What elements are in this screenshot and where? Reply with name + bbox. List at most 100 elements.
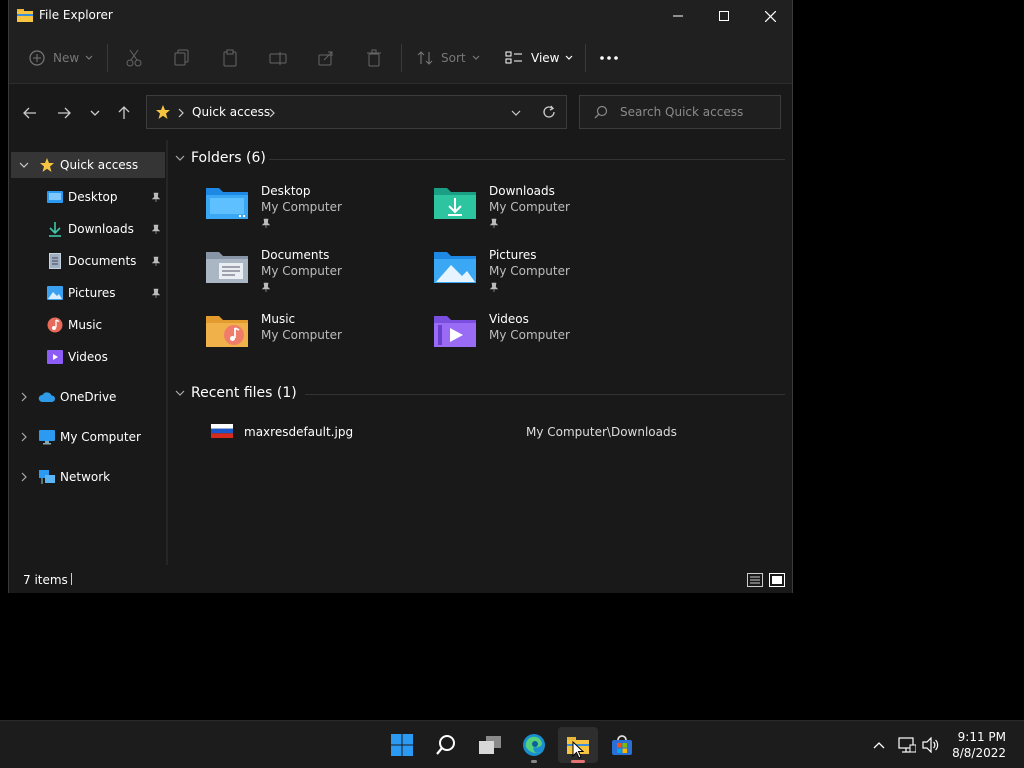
nav-videos[interactable]: Videos bbox=[11, 344, 165, 370]
pictures-folder-icon bbox=[434, 252, 476, 283]
recent-header-label: Recent files (1) bbox=[191, 385, 297, 401]
edge-taskbar-button[interactable] bbox=[514, 727, 554, 763]
file-explorer-taskbar-button[interactable] bbox=[558, 727, 598, 763]
address-bar[interactable]: Quick access bbox=[146, 95, 567, 129]
chevron-up-icon[interactable] bbox=[873, 741, 885, 749]
pin-icon[interactable] bbox=[151, 192, 161, 202]
item-count: 7 items bbox=[23, 573, 68, 587]
recent-files-group-header[interactable]: Recent files (1) bbox=[175, 385, 297, 401]
tiles-view-icon[interactable] bbox=[769, 573, 785, 587]
nav-desktop[interactable]: Desktop bbox=[11, 184, 165, 210]
chevron-right-icon[interactable] bbox=[269, 108, 275, 118]
nav-label: Music bbox=[68, 318, 103, 332]
folder-location: My Computer bbox=[489, 264, 570, 278]
recent-file-row[interactable]: maxresdefault.jpg My Computer\Downloads bbox=[199, 422, 789, 442]
folder-location: My Computer bbox=[261, 200, 342, 214]
back-button[interactable] bbox=[19, 102, 41, 124]
copy-button[interactable] bbox=[173, 46, 191, 70]
image-file-icon bbox=[211, 424, 233, 438]
nav-my-computer[interactable]: My Computer bbox=[11, 424, 165, 450]
nav-music[interactable]: Music bbox=[11, 312, 165, 338]
address-row: Quick access Search Quick access bbox=[9, 84, 792, 140]
chevron-right-icon[interactable] bbox=[21, 432, 27, 442]
sort-icon bbox=[417, 51, 433, 65]
cut-button[interactable] bbox=[125, 46, 143, 70]
nav-label: Pictures bbox=[68, 286, 116, 300]
pin-icon[interactable] bbox=[151, 224, 161, 234]
volume-icon[interactable] bbox=[922, 737, 940, 753]
chevron-down-icon bbox=[472, 55, 480, 60]
chevron-down-icon[interactable] bbox=[19, 162, 29, 168]
chevron-right-icon[interactable] bbox=[21, 392, 27, 402]
status-bar: 7 items bbox=[9, 565, 792, 593]
share-icon bbox=[318, 51, 333, 66]
chevron-right-icon bbox=[178, 108, 184, 118]
pin-icon[interactable] bbox=[151, 288, 161, 298]
chevron-right-icon[interactable] bbox=[21, 472, 27, 482]
folder-name: Music bbox=[261, 312, 296, 326]
folder-tile-documents[interactable]: Documents My Computer bbox=[205, 248, 425, 308]
navigation-pane: Quick access Desktop Downloads Documents… bbox=[9, 140, 167, 565]
folder-location: My Computer bbox=[261, 328, 342, 342]
nav-label: Quick access bbox=[60, 158, 139, 172]
folder-tile-music[interactable]: Music My Computer bbox=[205, 312, 425, 372]
nav-pictures[interactable]: Pictures bbox=[11, 280, 165, 306]
folder-tile-desktop[interactable]: Desktop My Computer bbox=[205, 184, 425, 244]
search-taskbar-button[interactable] bbox=[426, 727, 466, 763]
more-dots-icon bbox=[600, 56, 618, 60]
pin-icon[interactable] bbox=[151, 256, 161, 266]
view-label: View bbox=[531, 51, 560, 65]
refresh-icon[interactable] bbox=[542, 105, 556, 119]
nav-documents[interactable]: Documents bbox=[11, 248, 165, 274]
arrow-left-icon bbox=[23, 107, 36, 119]
share-button[interactable] bbox=[317, 46, 335, 70]
task-view-button[interactable] bbox=[470, 727, 510, 763]
pane-splitter[interactable] bbox=[166, 140, 168, 565]
download-arrow-icon bbox=[49, 222, 61, 237]
details-view-icon[interactable] bbox=[747, 573, 763, 587]
folder-tile-pictures[interactable]: Pictures My Computer bbox=[433, 248, 653, 308]
divider bbox=[71, 573, 72, 585]
delete-button[interactable] bbox=[365, 46, 383, 70]
recent-file-path: My Computer\Downloads bbox=[526, 425, 677, 439]
rename-button[interactable] bbox=[269, 46, 287, 70]
folder-tile-downloads[interactable]: Downloads My Computer bbox=[433, 184, 653, 244]
file-explorer-window: File Explorer New Sort View Quick access… bbox=[8, 0, 793, 593]
title-bar[interactable]: File Explorer bbox=[9, 0, 792, 32]
minimize-icon bbox=[673, 15, 683, 17]
nav-quick-access[interactable]: Quick access bbox=[11, 152, 165, 178]
arrow-up-icon bbox=[118, 106, 130, 119]
maximize-button[interactable] bbox=[701, 0, 747, 32]
documents-folder-icon bbox=[206, 252, 248, 283]
edge-browser-icon bbox=[523, 734, 545, 756]
sort-button[interactable]: Sort bbox=[417, 46, 480, 70]
close-button[interactable] bbox=[747, 0, 793, 32]
paste-button[interactable] bbox=[221, 46, 239, 70]
breadcrumb-quick-access[interactable]: Quick access bbox=[192, 105, 270, 119]
folders-group-header[interactable]: Folders (6) bbox=[175, 150, 266, 166]
recent-locations-button[interactable] bbox=[84, 102, 106, 124]
new-button[interactable]: New bbox=[29, 46, 93, 70]
chevron-down-icon bbox=[90, 110, 100, 116]
start-button[interactable] bbox=[382, 727, 422, 763]
star-icon bbox=[156, 105, 170, 119]
up-button[interactable] bbox=[113, 102, 135, 124]
rename-icon bbox=[269, 52, 287, 65]
view-button[interactable]: View bbox=[505, 46, 573, 70]
nav-network[interactable]: Network bbox=[11, 464, 165, 490]
address-history-chevron-icon[interactable] bbox=[511, 110, 521, 116]
network-status-icon[interactable] bbox=[898, 737, 916, 753]
folder-tile-videos[interactable]: Videos My Computer bbox=[433, 312, 653, 372]
nav-onedrive[interactable]: OneDrive bbox=[11, 384, 165, 410]
nav-downloads[interactable]: Downloads bbox=[11, 216, 165, 242]
cloud-icon bbox=[38, 392, 56, 402]
minimize-button[interactable] bbox=[655, 0, 701, 32]
folder-name: Documents bbox=[261, 248, 330, 262]
store-taskbar-button[interactable] bbox=[602, 727, 642, 763]
search-box[interactable]: Search Quick access bbox=[579, 95, 781, 129]
more-options-button[interactable] bbox=[599, 46, 619, 70]
system-clock[interactable]: 9:11 PM 8/8/2022 bbox=[952, 729, 1006, 761]
divider bbox=[107, 44, 108, 72]
forward-button[interactable] bbox=[53, 102, 75, 124]
close-icon bbox=[764, 10, 776, 22]
